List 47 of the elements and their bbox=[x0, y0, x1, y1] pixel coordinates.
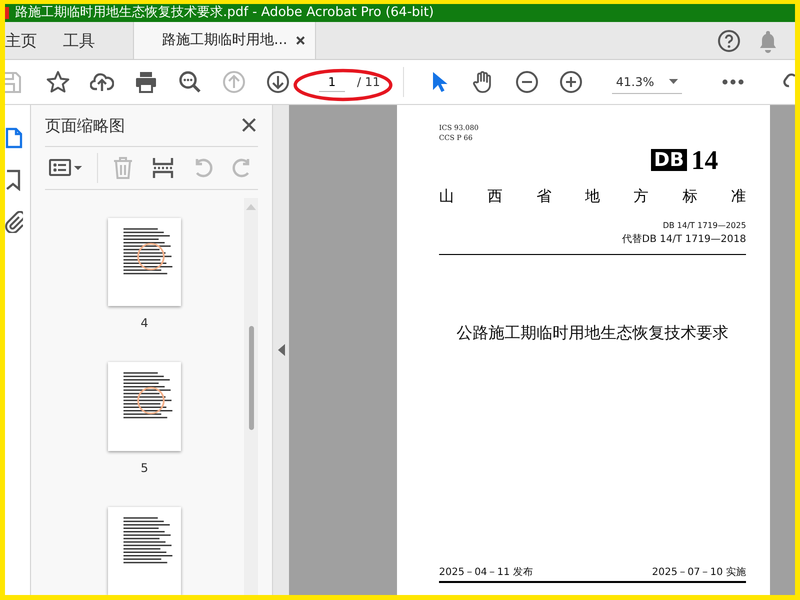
heading-character: 标 bbox=[682, 186, 698, 207]
paperclip-icon[interactable] bbox=[5, 211, 23, 233]
insert-page-icon[interactable] bbox=[150, 156, 175, 180]
page-thumbnail[interactable] bbox=[108, 506, 181, 595]
app-icon bbox=[5, 7, 9, 19]
heading-character: 西 bbox=[488, 186, 503, 207]
close-icon[interactable] bbox=[296, 36, 305, 45]
close-icon[interactable] bbox=[242, 118, 256, 132]
page-number-field[interactable]: 1 bbox=[319, 72, 345, 92]
scrollbar[interactable] bbox=[244, 198, 258, 595]
help-icon[interactable] bbox=[717, 28, 741, 52]
heading-character: 山 bbox=[439, 186, 454, 207]
nav-tab[interactable]: 工具 bbox=[63, 22, 109, 59]
print-icon[interactable] bbox=[134, 70, 158, 94]
effective-date: 2025－07－10 实施 bbox=[652, 566, 746, 580]
standard-code: DB 14/T 1719—2025 bbox=[662, 220, 746, 232]
page-thumbnail[interactable] bbox=[108, 362, 181, 451]
logo-mark: DB bbox=[650, 149, 688, 171]
issue-date: 2025－04－11 发布 bbox=[439, 566, 534, 580]
zoom-field[interactable]: 41.3% bbox=[612, 70, 682, 94]
bookmark-icon[interactable] bbox=[5, 169, 23, 191]
document-tab[interactable]: 路施工期临时用地... bbox=[133, 22, 316, 59]
panel-title: 页面缩略图 bbox=[45, 114, 125, 136]
collapse-arrow-icon[interactable] bbox=[278, 344, 284, 356]
zoom-in-icon[interactable] bbox=[559, 70, 583, 94]
star-icon[interactable] bbox=[46, 70, 70, 94]
heading-character: 方 bbox=[634, 186, 649, 207]
magnifier-icon[interactable] bbox=[178, 70, 202, 94]
page-icon[interactable] bbox=[5, 127, 23, 149]
tab-label: 路施工期临时用地... bbox=[162, 31, 288, 50]
scrollbar-thumb[interactable] bbox=[249, 326, 254, 430]
page-label: 5 bbox=[140, 460, 148, 477]
window-title: 路施工期临时用地生态恢复技术要求.pdf - Adobe Acrobat Pro (64-bit) bbox=[15, 4, 434, 22]
document-title: 公路施工期临时用地生态恢复技术要求 bbox=[456, 322, 730, 344]
heading-character: 省 bbox=[536, 186, 552, 207]
cloud-upload-icon[interactable] bbox=[90, 70, 114, 94]
heading-character: 地 bbox=[585, 186, 600, 207]
logo-number: 14 bbox=[691, 147, 718, 173]
caret-icon[interactable] bbox=[669, 79, 678, 84]
zoom-out-icon[interactable] bbox=[515, 70, 539, 94]
more-icon[interactable] bbox=[722, 79, 744, 85]
heading-character: 准 bbox=[731, 186, 746, 207]
nav-tab[interactable]: 主页 bbox=[5, 22, 51, 59]
page-label: 4 bbox=[140, 315, 148, 332]
replaces-code: 代替DB 14/T 1719—2018 bbox=[622, 232, 746, 246]
page-thumbnail[interactable] bbox=[108, 218, 181, 306]
page-count: / 11 bbox=[357, 74, 380, 91]
